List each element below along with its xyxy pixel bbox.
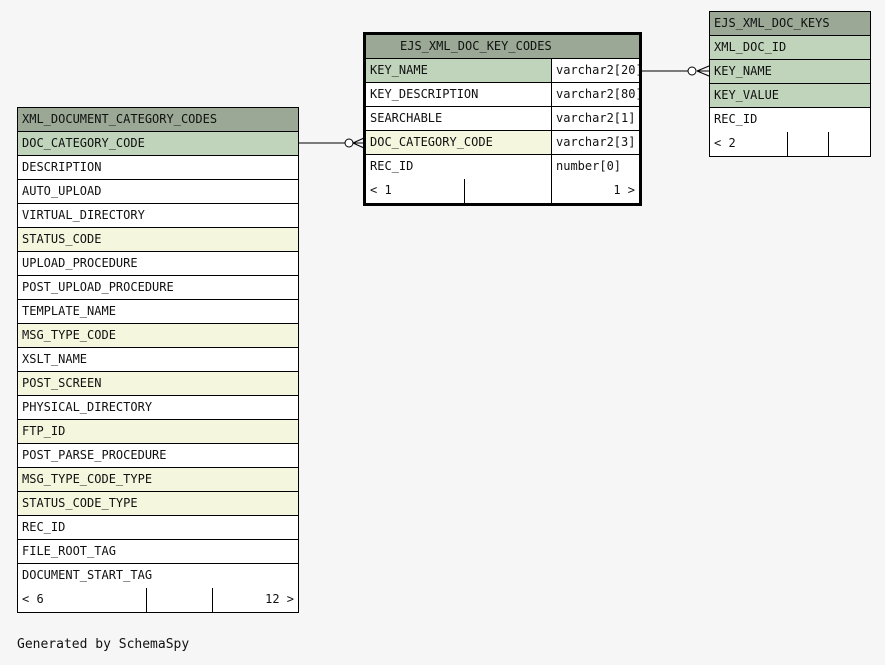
column-row-ftp-id[interactable]: FTP_ID (18, 420, 298, 444)
column-row-key-name[interactable]: KEY_NAME varchar2[20] (366, 59, 639, 83)
column-type: number[0] (551, 155, 639, 179)
column-name: STATUS_CODE (22, 232, 102, 246)
column-row-doc-category-code[interactable]: DOC_CATEGORY_CODE varchar2[3] (366, 131, 639, 155)
table-ejs-xml-doc-keys[interactable]: EJS_XML_DOC_KEYS XML_DOC_ID KEY_NAME KEY_V… (709, 11, 871, 157)
column-name: STATUS_CODE_TYPE (22, 496, 138, 510)
table-xml-document-category-codes[interactable]: XML_DOCUMENT_CATEGORY_CODES DOC_CATEGORY… (17, 107, 299, 613)
column-row-doc-category-code[interactable]: DOC_CATEGORY_CODE (18, 132, 298, 156)
column-name: DESCRIPTION (22, 160, 102, 174)
footer-middle (787, 132, 828, 156)
table-footer: < 6 12 > (18, 588, 298, 612)
children-count[interactable]: 1 > (551, 179, 639, 203)
column-name: PHYSICAL_DIRECTORY (22, 400, 153, 414)
column-name: TEMPLATE_NAME (22, 304, 116, 318)
parents-count[interactable]: < 2 (710, 132, 787, 156)
column-row-status-code-type[interactable]: STATUS_CODE_TYPE (18, 492, 298, 516)
column-row-post-screen[interactable]: POST_SCREEN (18, 372, 298, 396)
column-name: DOC_CATEGORY_CODE (22, 136, 145, 150)
column-name: UPLOAD_PROCEDURE (22, 256, 138, 270)
column-row-xml-doc-id[interactable]: XML_DOC_ID (710, 36, 870, 60)
column-name: POST_UPLOAD_PROCEDURE (22, 280, 174, 294)
table-header[interactable]: EJS_XML_DOC_KEY_CODES (366, 35, 639, 59)
column-row-upload-procedure[interactable]: UPLOAD_PROCEDURE (18, 252, 298, 276)
column-name: FILE_ROOT_TAG (22, 544, 116, 558)
column-name: XSLT_NAME (22, 352, 88, 366)
column-name: REC_ID (370, 159, 414, 173)
column-row-description[interactable]: DESCRIPTION (18, 156, 298, 180)
column-row-status-code[interactable]: STATUS_CODE (18, 228, 298, 252)
table-title: EJS_XML_DOC_KEY_CODES (400, 39, 552, 53)
column-row-physical-directory[interactable]: PHYSICAL_DIRECTORY (18, 396, 298, 420)
column-row-msg-type-code[interactable]: MSG_TYPE_CODE (18, 324, 298, 348)
column-name: KEY_DESCRIPTION (370, 87, 479, 101)
column-row-msg-type-code-type[interactable]: MSG_TYPE_CODE_TYPE (18, 468, 298, 492)
table-footer: < 1 1 > (366, 179, 639, 203)
parents-count[interactable]: < 1 (366, 179, 464, 203)
column-name: POST_SCREEN (22, 376, 102, 390)
column-row-key-name[interactable]: KEY_NAME (710, 60, 870, 84)
column-type: varchar2[3] (551, 131, 639, 154)
table-footer: < 2 (710, 132, 870, 156)
column-name: DOCUMENT_START_TAG (22, 568, 153, 582)
parents-count[interactable]: < 6 (18, 588, 146, 612)
column-name: KEY_NAME (714, 64, 772, 78)
generated-by-label: Generated by SchemaSpy (17, 637, 190, 652)
table-ejs-xml-doc-key-codes[interactable]: EJS_XML_DOC_KEY_CODES KEY_NAME varchar2[2… (363, 32, 642, 206)
relationship-optional-marker-right (687, 66, 697, 76)
column-row-post-upload-procedure[interactable]: POST_UPLOAD_PROCEDURE (18, 276, 298, 300)
column-row-template-name[interactable]: TEMPLATE_NAME (18, 300, 298, 324)
column-row-key-value[interactable]: KEY_VALUE (710, 84, 870, 108)
column-name: SEARCHABLE (370, 111, 443, 125)
column-row-auto-upload[interactable]: AUTO_UPLOAD (18, 180, 298, 204)
column-row-searchable[interactable]: SEARCHABLE varchar2[1] (366, 107, 639, 131)
table-header[interactable]: XML_DOCUMENT_CATEGORY_CODES (18, 108, 298, 132)
relationship-optional-marker-left (344, 138, 354, 148)
column-name: DOC_CATEGORY_CODE (370, 135, 493, 149)
column-row-xslt-name[interactable]: XSLT_NAME (18, 348, 298, 372)
footer-middle (146, 588, 212, 612)
column-row-rec-id[interactable]: REC_ID (710, 108, 870, 132)
column-row-key-description[interactable]: KEY_DESCRIPTION varchar2[80] (366, 83, 639, 107)
column-name: XML_DOC_ID (714, 40, 787, 54)
column-row-file-root-tag[interactable]: FILE_ROOT_TAG (18, 540, 298, 564)
column-row-rec-id[interactable]: REC_ID (18, 516, 298, 540)
column-type: varchar2[1] (551, 107, 639, 130)
column-name: POST_PARSE_PROCEDURE (22, 448, 167, 462)
column-row-virtual-directory[interactable]: VIRTUAL_DIRECTORY (18, 204, 298, 228)
column-row-rec-id[interactable]: REC_ID number[0] (366, 155, 639, 179)
footer-middle (464, 179, 551, 203)
table-title: XML_DOCUMENT_CATEGORY_CODES (22, 112, 218, 126)
column-name: VIRTUAL_DIRECTORY (22, 208, 145, 222)
column-row-document-start-tag[interactable]: DOCUMENT_START_TAG (18, 564, 298, 588)
column-name: MSG_TYPE_CODE_TYPE (22, 472, 153, 486)
table-header[interactable]: EJS_XML_DOC_KEYS (710, 12, 870, 36)
column-name: MSG_TYPE_CODE (22, 328, 116, 342)
relationship-crowfoot-right (696, 65, 710, 77)
column-name: REC_ID (22, 520, 66, 534)
column-name: KEY_NAME (370, 63, 428, 77)
column-type: varchar2[20] (551, 59, 639, 82)
table-title: EJS_XML_DOC_KEYS (714, 16, 830, 30)
column-row-post-parse-procedure[interactable]: POST_PARSE_PROCEDURE (18, 444, 298, 468)
children-count[interactable]: 12 > (212, 588, 298, 612)
children-count[interactable] (828, 132, 870, 156)
column-name: FTP_ID (22, 424, 66, 438)
column-type: varchar2[80] (551, 83, 639, 106)
column-name: KEY_VALUE (714, 88, 780, 102)
column-name: AUTO_UPLOAD (22, 184, 102, 198)
column-name: REC_ID (714, 112, 758, 126)
